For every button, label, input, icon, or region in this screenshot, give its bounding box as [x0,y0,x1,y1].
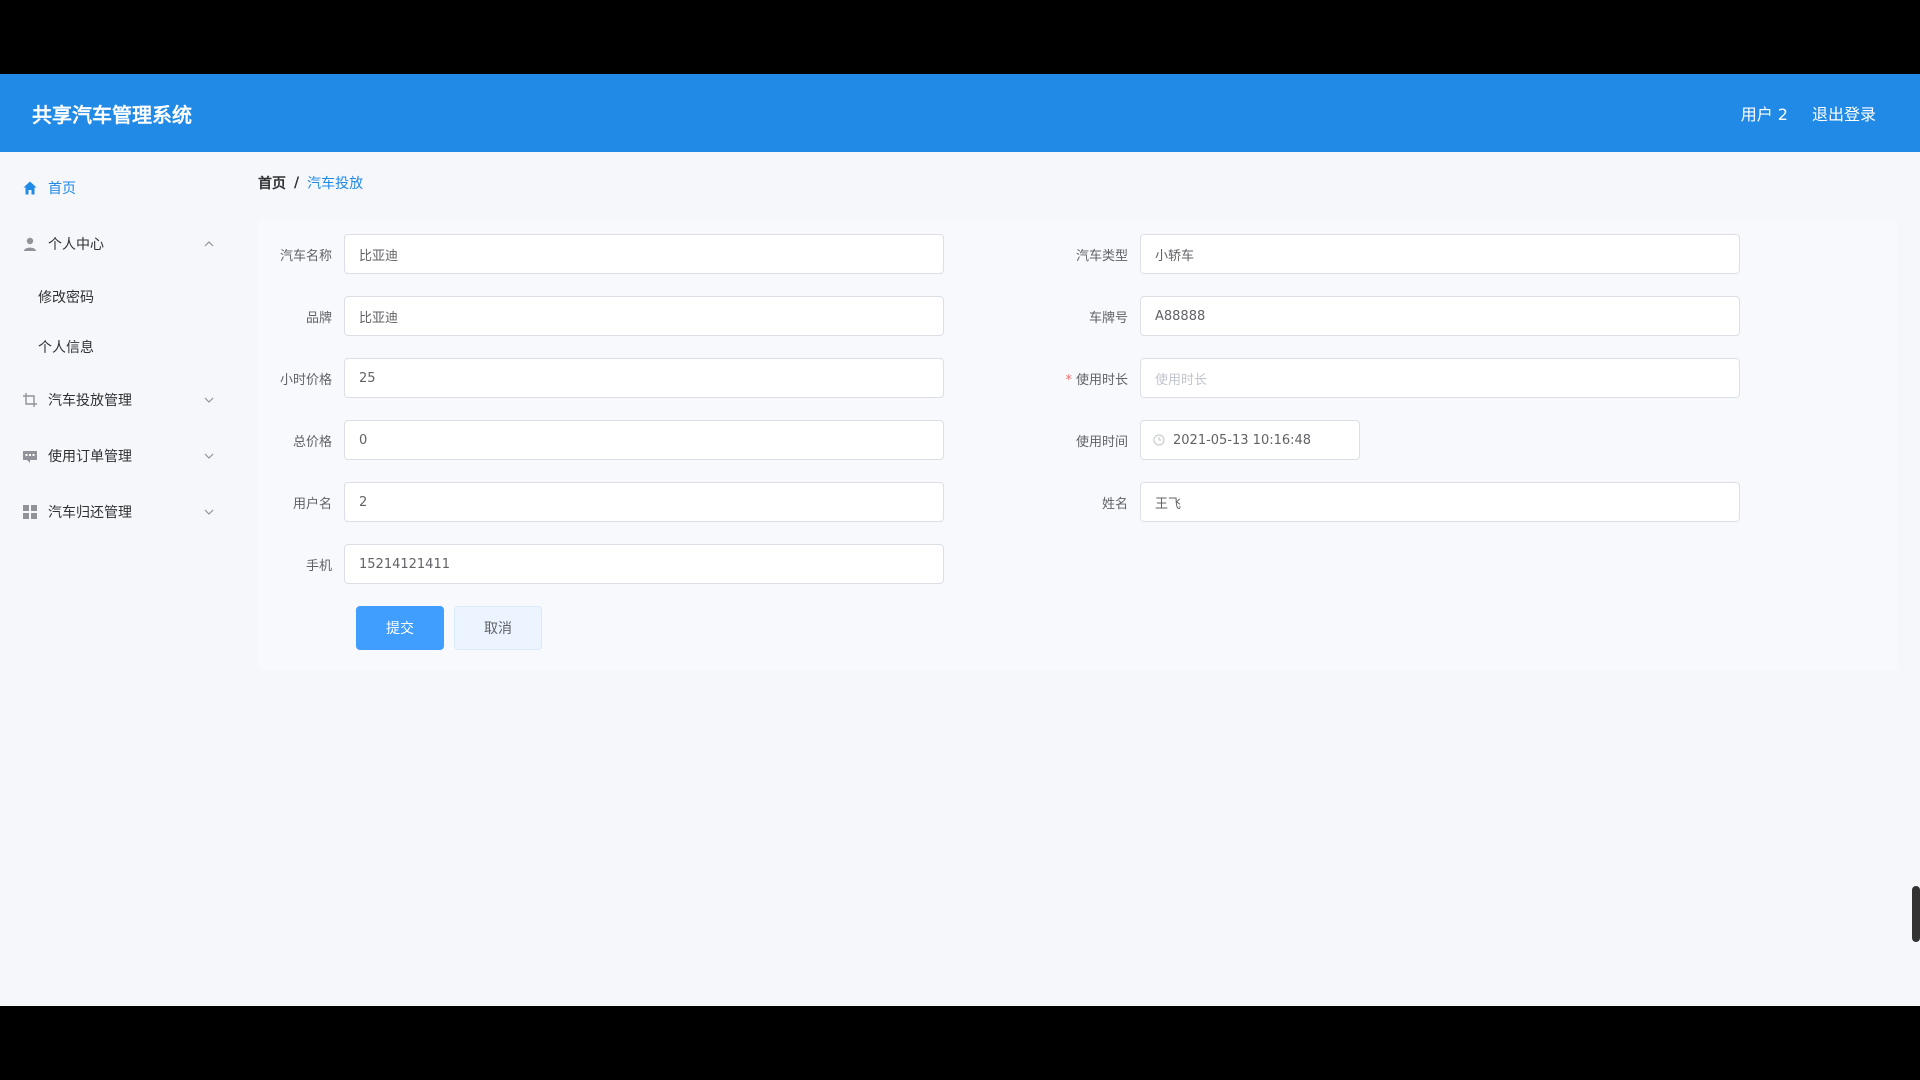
breadcrumb-current: 汽车投放 [307,176,364,192]
breadcrumb: 首页 / 汽车投放 [258,174,1898,192]
breadcrumb-home[interactable]: 首页 [258,173,286,193]
user-label[interactable]: 用户 2 [1741,101,1788,125]
form-row-use-time: 使用时间 2021-05-13 10:16:48 [1054,420,1850,460]
app-title: 共享汽车管理系统 [32,102,192,127]
sidebar-item-label: 个人中心 [48,237,104,253]
plate-label: 车牌号 [1088,310,1128,326]
sidebar-item-label: 使用订单管理 [48,449,132,465]
sidebar-item-personal-center[interactable]: 个人中心 [0,216,236,272]
brand-input[interactable]: 比亚迪 [344,296,944,336]
name-label: 姓名 [1101,496,1128,512]
hourly-price-label: 小时价格 [279,372,332,388]
sidebar-subitem-label: 个人信息 [38,340,94,356]
logout-link[interactable]: 退出登录 [1812,101,1876,125]
chevron-down-icon [204,453,214,459]
form-grid: 汽车名称 比亚迪 汽车类型 小轿车 品牌 比亚迪 车牌号 A88888 小时价格… [258,234,1898,584]
message-icon [22,448,38,464]
form-row-username: 用户名 2 [258,482,1054,522]
user-icon [22,236,38,252]
scrollbar-thumb[interactable] [1912,886,1920,942]
form-row-total-price: 总价格 0 [258,420,1054,460]
topbar-actions: 用户 2 退出登录 [1741,101,1876,125]
duration-label: * 使用时长 [1054,369,1140,388]
cancel-button[interactable]: 取消 [454,606,542,650]
use-time-picker[interactable]: 2021-05-13 10:16:48 [1140,420,1360,460]
home-icon [22,180,38,196]
main-content: 首页 / 汽车投放 汽车名称 比亚迪 汽车类型 小轿车 品牌 比亚迪 车牌号 A… [236,152,1920,1006]
car-name-label: 汽车名称 [279,248,332,264]
car-type-input[interactable]: 小轿车 [1140,234,1740,274]
sidebar-subitem-change-password[interactable]: 修改密码 [0,272,236,322]
form-row-hourly-price: 小时价格 25 [258,358,1054,398]
chevron-up-icon [204,241,214,247]
chevron-down-icon [204,397,214,403]
top-bar: 共享汽车管理系统 用户 2 退出登录 [0,74,1920,152]
form-row-car-type: 汽车类型 小轿车 [1054,234,1850,274]
duration-input[interactable]: 使用时长 [1140,358,1740,398]
sidebar-item-car-return[interactable]: 汽车归还管理 [0,484,236,540]
brand-label: 品牌 [305,310,332,326]
sidebar-item-home[interactable]: 首页 [0,160,236,216]
body: 首页 个人中心 修改密码 个人信息 汽车投放管理 使用订单管理 汽车归还管理 首… [0,152,1920,1006]
sidebar-item-car-deploy[interactable]: 汽车投放管理 [0,372,236,428]
car-deploy-form: 汽车名称 比亚迪 汽车类型 小轿车 品牌 比亚迪 车牌号 A88888 小时价格… [258,220,1898,670]
sidebar-item-label: 汽车投放管理 [48,393,132,409]
form-row-duration: * 使用时长 使用时长 [1054,358,1850,398]
sidebar-item-label: 汽车归还管理 [48,505,132,521]
app-window: 共享汽车管理系统 用户 2 退出登录 首页 个人中心 修改密码 个人信息 汽车投… [0,74,1920,1006]
required-mark: * [1065,372,1072,388]
username-input[interactable]: 2 [344,482,944,522]
use-time-label: 使用时间 [1075,434,1128,450]
hourly-price-input[interactable]: 25 [344,358,944,398]
phone-input[interactable]: 15214121411 [344,544,944,584]
form-row-name: 姓名 王飞 [1054,482,1850,522]
breadcrumb-separator: / [294,175,300,191]
total-price-label: 总价格 [292,434,332,450]
chevron-down-icon [204,509,214,515]
car-name-input[interactable]: 比亚迪 [344,234,944,274]
grid-icon [22,504,38,520]
car-type-label: 汽车类型 [1075,248,1128,264]
sidebar-item-label: 首页 [48,181,76,197]
plate-input[interactable]: A88888 [1140,296,1740,336]
phone-label: 手机 [305,558,332,574]
form-actions: 提交 取消 [258,606,1898,650]
name-input[interactable]: 王飞 [1140,482,1740,522]
sidebar-subitem-personal-info[interactable]: 个人信息 [0,322,236,372]
crop-icon [22,392,38,408]
total-price-input[interactable]: 0 [344,420,944,460]
sidebar: 首页 个人中心 修改密码 个人信息 汽车投放管理 使用订单管理 汽车归还管理 [0,152,236,1006]
username-label: 用户名 [292,496,332,512]
use-time-value: 2021-05-13 10:16:48 [1173,432,1312,448]
form-row-plate: 车牌号 A88888 [1054,296,1850,336]
form-row-car-name: 汽车名称 比亚迪 [258,234,1054,274]
form-row-phone: 手机 15214121411 [258,544,1054,584]
form-row-brand: 品牌 比亚迪 [258,296,1054,336]
clock-icon [1153,434,1165,446]
submit-button[interactable]: 提交 [356,606,444,650]
sidebar-subitem-label: 修改密码 [38,290,94,306]
duration-label-text: 使用时长 [1075,372,1128,388]
sidebar-item-order[interactable]: 使用订单管理 [0,428,236,484]
